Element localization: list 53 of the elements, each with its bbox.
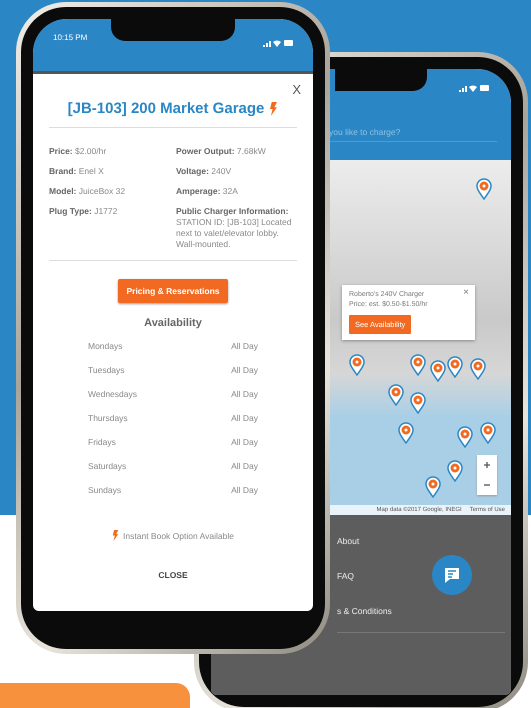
close-button[interactable]: X (292, 82, 301, 97)
map-pin-icon[interactable] (410, 392, 426, 414)
pricing-reservations-button[interactable]: Pricing & Reservations (118, 279, 228, 303)
charger-title: [JB-103] 200 Market Garage (68, 100, 264, 117)
map-pin-icon[interactable] (447, 460, 463, 482)
detail-text: Plug Type: J1772 (49, 206, 118, 217)
lightning-bolt-icon (112, 530, 120, 541)
availability-heading: Availability (144, 317, 202, 329)
map-pin-icon[interactable] (349, 354, 365, 376)
zoom-out-button[interactable]: − (477, 475, 497, 495)
zoom-in-button[interactable]: + (477, 455, 497, 475)
menu-item[interactable]: s & Conditions (337, 597, 511, 632)
map-pin-icon[interactable] (398, 422, 414, 444)
map-pin-icon[interactable] (388, 384, 404, 406)
detail-text: Voltage: 240V (176, 166, 232, 177)
map-pin-icon[interactable] (470, 358, 486, 380)
map-pin-icon[interactable] (430, 360, 446, 382)
menu-item[interactable]: FAQ (337, 562, 511, 597)
map-pin-icon[interactable] (425, 476, 441, 498)
hours-label: All Day (231, 485, 258, 496)
status-icons (263, 39, 293, 47)
hours-label: All Day (231, 341, 258, 352)
detail-text: Brand: Enel X (49, 166, 105, 177)
close-button[interactable]: × (463, 287, 469, 298)
day-label: Mondays (88, 341, 124, 352)
detail-text: Price: $2.00/hr (49, 146, 108, 157)
hours-label: All Day (231, 389, 258, 400)
menu-item[interactable]: About (337, 527, 511, 562)
hours-label: All Day (231, 437, 258, 448)
detail-text: Model: JuiceBox 32 (49, 186, 126, 197)
status-time: 10:15 PM (53, 33, 88, 42)
map-pin-icon[interactable] (457, 426, 473, 448)
hours-label: All Day (231, 365, 258, 376)
detail-text: Power Output: 7.68kW (176, 146, 267, 157)
day-label: Saturdays (88, 461, 128, 472)
map-pin-icon[interactable] (447, 356, 463, 378)
day-label: Wednesdays (88, 389, 138, 400)
status-icons (459, 84, 489, 92)
hours-label: All Day (231, 461, 258, 472)
map-pin-icon[interactable] (410, 354, 426, 376)
instant-book-note: Instant Book Option Available (123, 530, 234, 540)
detail-text: Amperage: 32A (176, 186, 239, 197)
day-label: Sundays (88, 485, 122, 496)
hours-label: All Day (231, 413, 258, 424)
lightning-bolt-icon (269, 102, 278, 116)
day-label: Tuesdays (88, 365, 126, 376)
day-label: Thursdays (88, 413, 129, 424)
detail-text: Public Charger Information: STATION ID: [JB-103] Located next to valet/elevator lobby. Wall-mounted. (176, 206, 292, 250)
map-pin-icon[interactable] (476, 178, 492, 200)
close-button[interactable]: CLOSE (150, 563, 196, 587)
map-pin-icon[interactable] (480, 422, 496, 444)
chat-button-icon[interactable] (432, 555, 472, 595)
day-label: Fridays (88, 437, 117, 448)
